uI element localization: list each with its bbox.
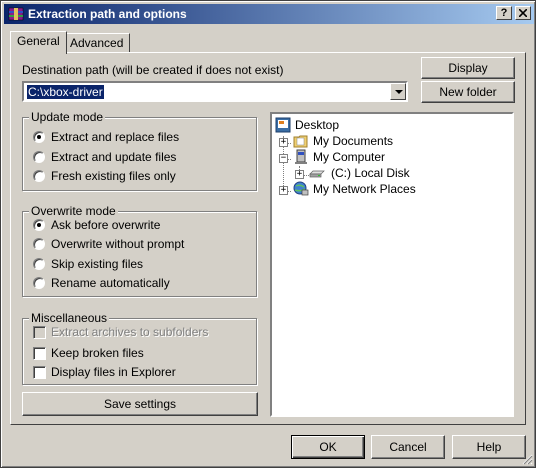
- close-button[interactable]: [515, 6, 531, 20]
- tree-label-my-documents: My Documents: [313, 134, 394, 148]
- display-button-label: Display: [448, 61, 488, 75]
- resize-grip-icon[interactable]: [521, 453, 533, 465]
- radio-button[interactable]: [33, 258, 45, 270]
- expand-icon[interactable]: +: [279, 138, 288, 147]
- update-mode-group: Update mode Extract and replace files Ex…: [22, 110, 257, 191]
- collapse-icon[interactable]: −: [279, 154, 288, 163]
- destination-path-label: Destination path (will be created if doe…: [22, 63, 284, 77]
- expand-icon[interactable]: +: [279, 186, 288, 195]
- destination-path-value[interactable]: C:\xbox-driver: [26, 84, 105, 100]
- winrar-app-icon: [8, 7, 24, 21]
- tab-general-label: General: [17, 34, 60, 48]
- help-button-label: Help: [476, 440, 502, 454]
- ok-button-label: OK: [319, 440, 337, 454]
- cancel-button-label: Cancel: [389, 440, 427, 454]
- dropdown-arrow-button[interactable]: [390, 83, 406, 100]
- computer-icon: [295, 149, 307, 164]
- checkbox-disabled: [33, 326, 46, 339]
- cancel-button[interactable]: Cancel: [371, 435, 445, 459]
- radio-fresh-existing-label: Fresh existing files only: [51, 169, 176, 183]
- close-icon: [518, 8, 528, 18]
- miscellaneous-title: Miscellaneous: [29, 311, 110, 325]
- radio-rename-automatically-label: Rename automatically: [51, 276, 170, 290]
- tab-advanced-label: Advanced: [70, 36, 124, 50]
- new-folder-button[interactable]: New folder: [421, 81, 515, 103]
- destination-path-combobox[interactable]: C:\xbox-driver: [22, 81, 408, 102]
- overwrite-mode-group: Overwrite mode Ask before overwrite Over…: [22, 204, 257, 297]
- window-title: Extraction path and options: [28, 7, 187, 21]
- tab-general[interactable]: General: [10, 31, 67, 54]
- network-places-icon: [293, 181, 309, 196]
- tree-label-my-computer: My Computer: [313, 150, 386, 164]
- radio-button[interactable]: [33, 238, 45, 250]
- save-settings-label: Save settings: [103, 397, 177, 411]
- tree-label-local-disk: (C:) Local Disk: [331, 166, 410, 180]
- radio-extract-replace-label: Extract and replace files: [51, 130, 180, 144]
- checkbox[interactable]: [33, 366, 46, 379]
- radio-button-checked[interactable]: [33, 219, 45, 231]
- overwrite-mode-title: Overwrite mode: [29, 204, 118, 218]
- help-button[interactable]: Help: [452, 435, 526, 459]
- checkbox-keep-broken-files-label: Keep broken files: [51, 346, 144, 360]
- context-help-button[interactable]: ?: [496, 6, 512, 20]
- dialog-window: Extraction path and options ? General Ad…: [0, 0, 536, 468]
- radio-ask-before-overwrite-label: Ask before overwrite: [51, 218, 161, 232]
- checkbox-extract-to-subfolders-label: Extract archives to subfolders: [51, 325, 209, 339]
- expand-icon[interactable]: +: [295, 170, 304, 179]
- miscellaneous-group: Miscellaneous Extract archives to subfol…: [22, 311, 257, 385]
- checkbox[interactable]: [33, 347, 46, 360]
- update-mode-title: Update mode: [29, 110, 106, 124]
- hard-drive-icon: [309, 170, 325, 178]
- radio-button[interactable]: [33, 170, 45, 182]
- title-bar[interactable]: Extraction path and options ?: [4, 4, 534, 24]
- new-folder-button-label: New folder: [439, 85, 497, 99]
- radio-button[interactable]: [33, 151, 45, 163]
- radio-button[interactable]: [33, 277, 45, 289]
- folder-documents-icon: [293, 135, 308, 148]
- ok-button[interactable]: OK: [291, 435, 365, 459]
- tab-advanced[interactable]: Advanced: [63, 33, 131, 53]
- tree-label-desktop: Desktop: [295, 118, 340, 132]
- radio-button-checked[interactable]: [33, 131, 45, 143]
- checkbox-display-in-explorer-label: Display files in Explorer: [51, 365, 176, 379]
- radio-extract-update-label: Extract and update files: [51, 150, 177, 164]
- radio-skip-existing-label: Skip existing files: [51, 257, 144, 271]
- radio-overwrite-without-prompt-label: Overwrite without prompt: [51, 237, 185, 251]
- display-button[interactable]: Display: [421, 57, 515, 79]
- folder-tree[interactable]: Desktop + My Documents − My Computer + (…: [270, 112, 514, 417]
- desktop-icon: [275, 117, 291, 133]
- save-settings-button[interactable]: Save settings: [22, 392, 258, 416]
- tree-label-network: My Network Places: [313, 182, 416, 196]
